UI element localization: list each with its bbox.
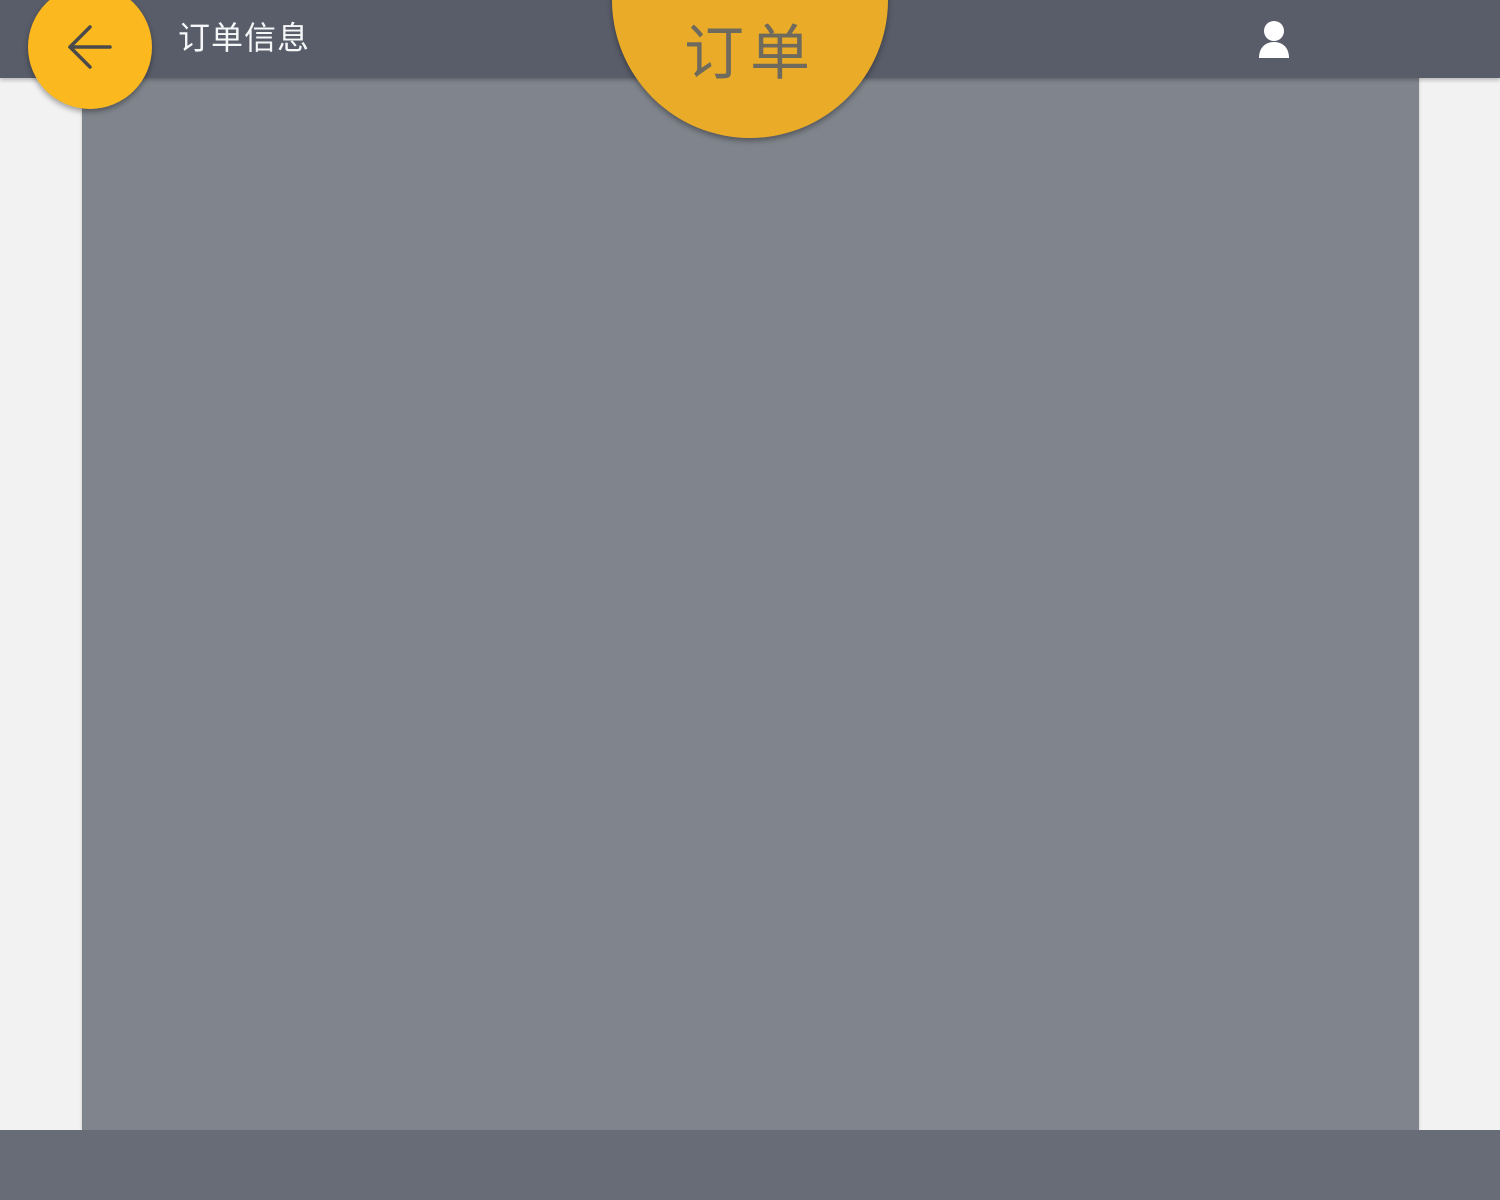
user-icon xyxy=(1259,21,1289,58)
arrow-left-icon xyxy=(68,25,112,69)
user-profile-button[interactable] xyxy=(1252,16,1296,62)
content-panel xyxy=(82,78,1419,1130)
page-title: 订单信息 xyxy=(178,19,311,57)
bottom-bar xyxy=(0,1130,1500,1200)
order-badge-label: 订单 xyxy=(684,19,816,89)
